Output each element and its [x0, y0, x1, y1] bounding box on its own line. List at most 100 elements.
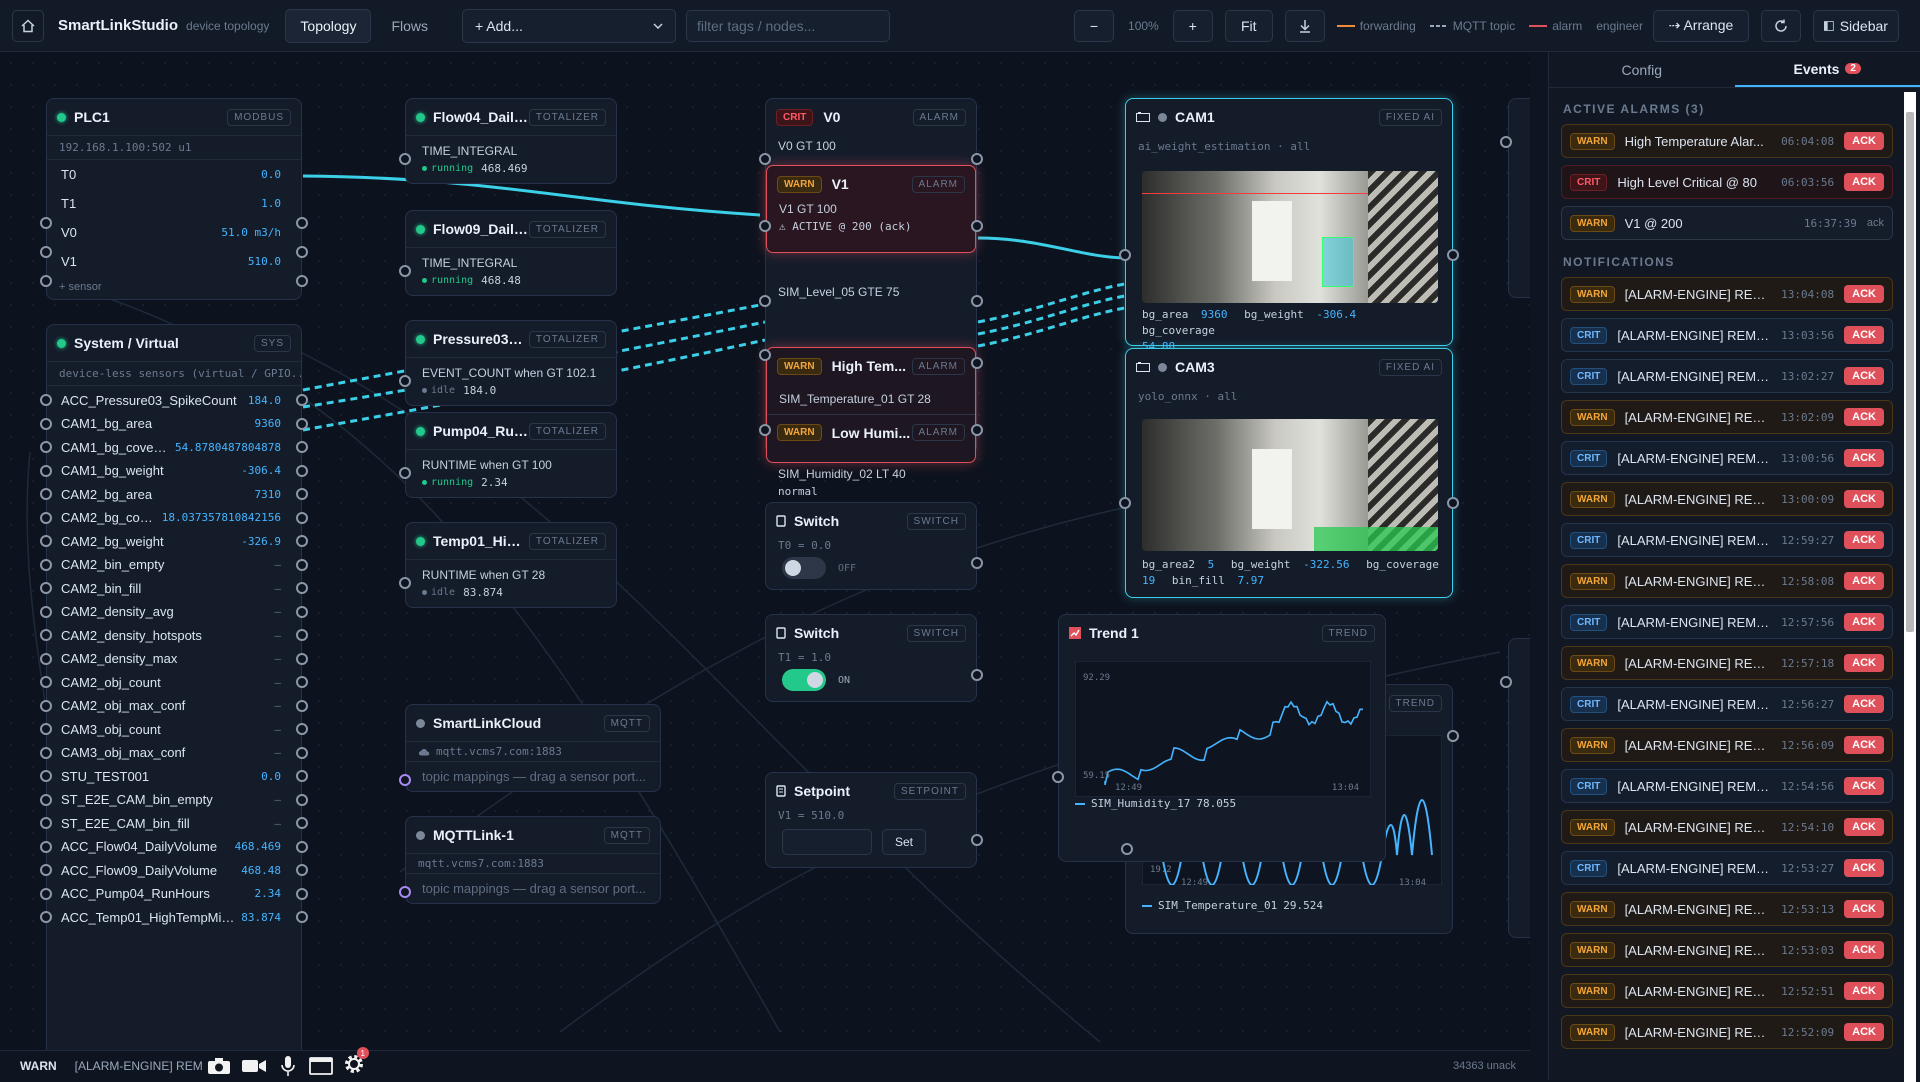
port-out[interactable]	[296, 535, 308, 547]
port-out[interactable]	[971, 557, 983, 569]
camera-node-cam1[interactable]: CAM1 FIXED AI ai_weight_estimation · all…	[1125, 98, 1453, 346]
setpoint-node[interactable]: Setpoint SETPOINT V1 = 510.0 Set	[765, 772, 977, 868]
port-in[interactable]	[40, 723, 52, 735]
ack-button[interactable]: ACK	[1844, 367, 1884, 385]
alarm-v1-header[interactable]: WARN V1 ALARM	[767, 166, 975, 202]
port-out[interactable]	[296, 817, 308, 829]
port-out[interactable]	[296, 911, 308, 923]
port-out[interactable]	[296, 465, 308, 477]
port-in[interactable]	[759, 295, 771, 307]
port-in[interactable]	[40, 488, 52, 500]
tab-events[interactable]: Events 2	[1735, 52, 1920, 87]
port-in[interactable]	[40, 653, 52, 665]
port-out[interactable]	[296, 217, 308, 229]
port-in[interactable]	[40, 275, 52, 287]
port-out[interactable]	[971, 220, 983, 232]
ack-button[interactable]: ACK	[1844, 173, 1884, 191]
notification-item[interactable]: WARN[ALARM-ENGINE] REM...12:53:03ACK	[1561, 933, 1893, 967]
port-in[interactable]	[399, 265, 411, 277]
port-in[interactable]	[40, 465, 52, 477]
alarm-hum-header[interactable]: WARN Low Humi... ALARM	[767, 414, 975, 450]
port-in[interactable]	[759, 424, 771, 436]
ack-button[interactable]: ACK	[1844, 132, 1884, 150]
video-camera-icon[interactable]	[241, 1058, 267, 1074]
port-out[interactable]	[296, 794, 308, 806]
port-in[interactable]	[40, 864, 52, 876]
notification-item[interactable]: CRIT[ALARM-ENGINE] REMO...12:57:56ACK	[1561, 605, 1893, 639]
port-out[interactable]	[971, 424, 983, 436]
port-in[interactable]	[40, 817, 52, 829]
port-in[interactable]	[40, 606, 52, 618]
port-in[interactable]	[399, 375, 411, 387]
active-alarm-item[interactable]: WARNHigh Temperature Alar...06:04:08ACK	[1561, 124, 1893, 158]
totalizer-node[interactable]: Pump04_Run...TOTALIZERRUNTIME when GT 10…	[405, 412, 617, 498]
ack-button[interactable]: ACK	[1844, 859, 1884, 877]
sensor-row[interactable]: V1510.0	[47, 247, 301, 275]
download-button[interactable]	[1285, 10, 1325, 42]
ack-button[interactable]: ACK	[1844, 982, 1884, 1000]
switch-control[interactable]: ON	[766, 669, 976, 691]
sensor-row[interactable]: V051.0 m3/h	[47, 218, 301, 246]
notification-item[interactable]: CRIT[ALARM-ENGINE] REMO...12:59:27ACK	[1561, 523, 1893, 557]
port-out[interactable]	[296, 275, 308, 287]
mqtt-node[interactable]: MQTTLink-1 MQTT mqtt.vcms7.com:1883 topi…	[405, 816, 661, 904]
port-in[interactable]	[40, 770, 52, 782]
port-out[interactable]	[296, 394, 308, 406]
port-out[interactable]	[1447, 249, 1459, 261]
window-icon[interactable]	[309, 1057, 333, 1075]
ack-button[interactable]: ACK	[1844, 736, 1884, 754]
totalizer-node[interactable]: Pressure03_S...TOTALIZEREVENT_COUNT when…	[405, 320, 617, 406]
port-out[interactable]	[296, 488, 308, 500]
settings-button[interactable]: 1	[343, 1053, 365, 1078]
mqtt-header[interactable]: SmartLinkCloud MQTT	[406, 705, 660, 741]
port-out[interactable]	[296, 864, 308, 876]
sidebar-button[interactable]: Sidebar	[1813, 10, 1899, 42]
panel-scrollbar-track[interactable]	[1904, 92, 1916, 1082]
port-in[interactable]	[1121, 843, 1133, 855]
totalizer-header[interactable]: Pump04_Run...TOTALIZER	[406, 413, 616, 449]
camera-node-cam3[interactable]: CAM3 FIXED AI yolo_onnx · all bg_area2 5…	[1125, 348, 1453, 598]
port-out[interactable]	[296, 246, 308, 258]
setpoint-header[interactable]: Setpoint SETPOINT	[766, 773, 976, 809]
camera-header[interactable]: CAM1 FIXED AI	[1126, 99, 1452, 135]
notification-item[interactable]: CRIT[ALARM-ENGINE] REMO...12:56:27ACK	[1561, 687, 1893, 721]
refresh-button[interactable]	[1761, 10, 1801, 42]
port-out[interactable]	[296, 441, 308, 453]
port-in[interactable]	[40, 246, 52, 258]
notification-item[interactable]: WARN[ALARM-ENGINE] REM...12:52:09ACK	[1561, 1015, 1893, 1049]
notification-item[interactable]: WARN[ALARM-ENGINE] REM...13:02:09ACK	[1561, 400, 1893, 434]
ack-button[interactable]: ACK	[1844, 572, 1884, 590]
totalizer-header[interactable]: Temp01_High...TOTALIZER	[406, 523, 616, 559]
port-out[interactable]	[296, 629, 308, 641]
port-out[interactable]	[296, 653, 308, 665]
setpoint-input[interactable]	[782, 829, 872, 855]
notification-item[interactable]: WARN[ALARM-ENGINE] REM...12:57:18ACK	[1561, 646, 1893, 680]
notification-item[interactable]: WARN[ALARM-ENGINE] REM...12:54:10ACK	[1561, 810, 1893, 844]
switch-header[interactable]: Switch SWITCH	[766, 503, 976, 539]
ack-button[interactable]: ACK	[1844, 613, 1884, 631]
port-in[interactable]	[40, 676, 52, 688]
port-in[interactable]	[759, 153, 771, 165]
port-out[interactable]	[971, 669, 983, 681]
notification-item[interactable]: WARN[ALARM-ENGINE] REM...12:56:09ACK	[1561, 728, 1893, 762]
port-in[interactable]	[40, 747, 52, 759]
microphone-icon[interactable]	[277, 1055, 299, 1077]
zoom-in-button[interactable]: +	[1173, 10, 1213, 42]
port-in[interactable]	[40, 794, 52, 806]
totalizer-node[interactable]: Flow04_Daily...TOTALIZERTIME_INTEGRALrun…	[405, 98, 617, 184]
ack-button[interactable]: ACK	[1844, 695, 1884, 713]
port-in[interactable]	[1500, 136, 1512, 148]
tab-config[interactable]: Config	[1549, 52, 1735, 87]
port-in[interactable]	[40, 418, 52, 430]
port-in[interactable]	[759, 349, 771, 361]
notification-item[interactable]: CRIT[ALARM-ENGINE] REMO...13:03:56ACK	[1561, 318, 1893, 352]
port-in[interactable]	[399, 577, 411, 589]
totalizer-header[interactable]: Pressure03_S...TOTALIZER	[406, 321, 616, 357]
switch-node[interactable]: Switch SWITCH T0 = 0.0 OFF	[765, 502, 977, 590]
port-out[interactable]	[1447, 730, 1459, 742]
port-out[interactable]	[296, 512, 308, 524]
ack-button[interactable]: ACK	[1844, 326, 1884, 344]
home-button[interactable]	[12, 10, 44, 42]
arrange-button[interactable]: ⇢ Arrange	[1653, 10, 1749, 42]
port-in[interactable]	[40, 629, 52, 641]
